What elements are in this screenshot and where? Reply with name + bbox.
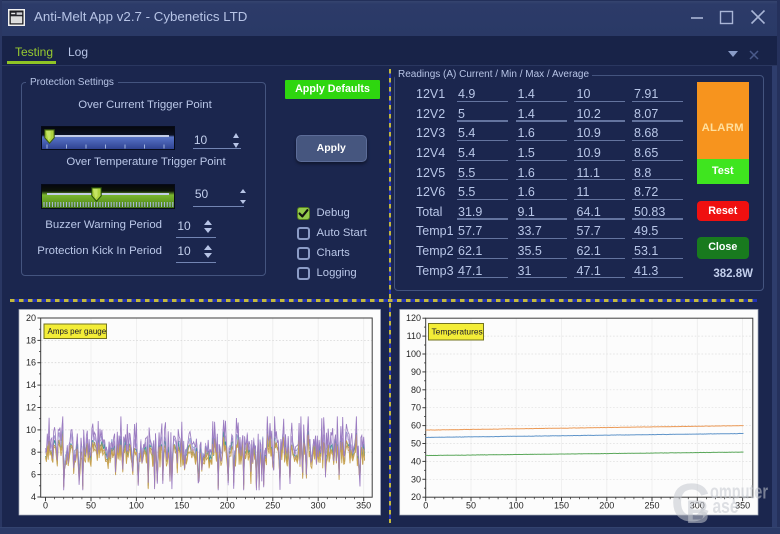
svg-text:200: 200 — [599, 501, 614, 511]
svg-text:100: 100 — [129, 501, 144, 511]
svg-text:0: 0 — [423, 501, 428, 511]
svg-text:120: 120 — [406, 313, 421, 323]
svg-text:20: 20 — [411, 492, 421, 502]
svg-text:18: 18 — [26, 335, 36, 345]
svg-text:100: 100 — [509, 501, 524, 511]
svg-text:40: 40 — [411, 456, 421, 466]
svg-text:20: 20 — [26, 313, 36, 323]
svg-text:200: 200 — [220, 501, 235, 511]
svg-text:50: 50 — [86, 501, 96, 511]
svg-text:10: 10 — [26, 425, 36, 435]
svg-text:90: 90 — [411, 367, 421, 377]
svg-text:150: 150 — [554, 501, 569, 511]
svg-text:Amps per gauge: Amps per gauge — [48, 327, 107, 336]
svg-text:Temperatures: Temperatures — [432, 327, 483, 337]
svg-text:110: 110 — [407, 331, 421, 341]
svg-text:250: 250 — [644, 501, 659, 511]
svg-text:B: B — [686, 494, 709, 530]
svg-text:30: 30 — [411, 474, 421, 484]
svg-text:250: 250 — [265, 501, 280, 511]
svg-text:ase: ase — [713, 496, 739, 518]
svg-text:100: 100 — [406, 349, 421, 359]
svg-text:50: 50 — [466, 501, 476, 511]
svg-text:6: 6 — [31, 470, 36, 480]
svg-text:60: 60 — [411, 421, 421, 431]
svg-text:50: 50 — [411, 439, 421, 449]
svg-text:300: 300 — [311, 501, 326, 511]
svg-text:14: 14 — [26, 380, 36, 390]
svg-text:0: 0 — [43, 501, 48, 511]
svg-text:150: 150 — [174, 501, 189, 511]
svg-text:70: 70 — [411, 403, 421, 413]
svg-text:350: 350 — [356, 501, 371, 511]
svg-text:8: 8 — [31, 447, 36, 457]
svg-text:12: 12 — [26, 403, 36, 413]
svg-text:16: 16 — [26, 358, 36, 368]
svg-text:80: 80 — [411, 385, 421, 395]
svg-text:4: 4 — [31, 492, 36, 502]
